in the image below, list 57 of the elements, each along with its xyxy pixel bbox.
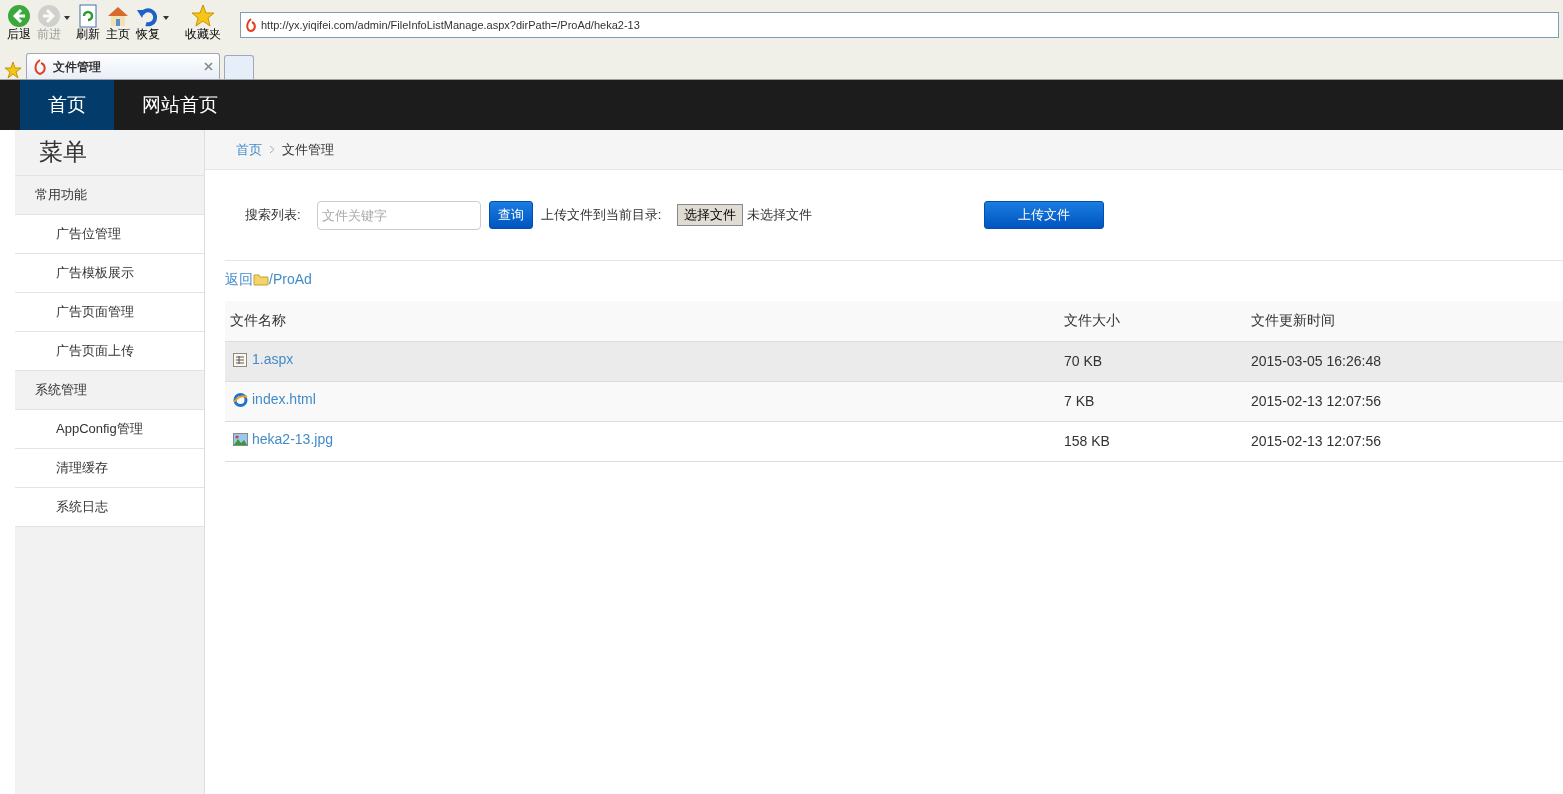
caret-icon [163, 16, 169, 20]
nav-link[interactable]: 首页 [20, 80, 114, 130]
refresh-icon [76, 4, 100, 28]
table-cell: 2015-02-13 12:07:56 [1246, 381, 1563, 421]
nav-link[interactable]: 网站首页 [114, 80, 246, 130]
file-status: 未选择文件 [747, 206, 813, 225]
sidebar-item[interactable]: 系统日志 [15, 488, 204, 527]
column-header: 文件名称 [225, 301, 1059, 341]
upload-button[interactable]: 上传文件 [984, 201, 1105, 229]
star-icon [191, 4, 215, 28]
breadcrumb-current: 文件管理 [282, 140, 334, 159]
file-link[interactable]: index.html [252, 389, 316, 411]
sidebar-item[interactable]: 广告页面上传 [15, 332, 204, 371]
sidebar-title: 菜单 [15, 130, 204, 176]
sidebar-item[interactable]: 广告页面管理 [15, 293, 204, 332]
house-icon [106, 4, 130, 28]
site-logo-icon [33, 58, 47, 75]
table-cell: 70 KB [1059, 341, 1246, 381]
table-row[interactable]: index.html 7 KB 2015-02-13 12:07:56 [225, 381, 1563, 421]
table-cell: 2015-03-05 16:26:48 [1246, 341, 1563, 381]
table-cell: 2015-02-13 12:07:56 [1246, 421, 1563, 461]
upload-label: 上传文件到当前目录: [540, 206, 662, 225]
column-header: 文件更新时间 [1246, 301, 1563, 341]
file-link[interactable]: heka2-13.jpg [252, 429, 333, 451]
new-tab-button[interactable] [224, 55, 254, 79]
site-logo-icon [245, 18, 257, 32]
sidebar-item[interactable]: 广告位管理 [15, 215, 204, 254]
search-field[interactable]: 文件关键字 [316, 200, 481, 230]
folder-icon [253, 272, 269, 286]
column-header: 文件大小 [1059, 301, 1246, 341]
breadcrumb-link[interactable]: 首页 [236, 139, 262, 160]
table-cell: 158 KB [1059, 421, 1246, 461]
chevron-icon [269, 145, 275, 154]
search-label: 搜索列表: [245, 206, 301, 225]
sidebar-item[interactable]: 清理缓存 [15, 449, 204, 488]
caret-icon [64, 16, 70, 20]
table-row[interactable]: 1.aspx 70 KB 2015-03-05 16:26:48 [225, 341, 1563, 381]
table-cell: 7 KB [1059, 381, 1246, 421]
sidebar-item[interactable]: AppConfig管理 [15, 410, 204, 449]
document-icon [233, 352, 248, 367]
search-button[interactable]: 查询 [488, 201, 533, 229]
address-bar[interactable]: http://yx.yiqifei.com/admin/FileInfoListManage.aspx?dirPath=/ProAd/heka2-13 [240, 12, 1559, 38]
browser-tab[interactable]: 文件管理 [26, 53, 220, 79]
image-file-icon [233, 432, 248, 447]
folder-path-link[interactable]: /ProAd [269, 268, 312, 290]
toolbar-star-button[interactable]: 收藏夹 [182, 0, 224, 42]
toolbar-refresh-button[interactable]: 刷新 [73, 0, 103, 42]
toolbar-house-button[interactable]: 主页 [103, 0, 133, 42]
toolbar-undo-arrow-button[interactable]: 恢复 [133, 0, 172, 42]
table-row[interactable]: heka2-13.jpg 158 KB 2015-02-13 12:07:56 [225, 421, 1563, 461]
choose-file-button[interactable]: 选择文件 [677, 204, 744, 226]
favorites-star-icon [4, 61, 22, 79]
sidebar-item[interactable]: 广告模板展示 [15, 254, 204, 293]
toolbar-back-arrow-button[interactable]: 后退 [4, 0, 34, 42]
globe-e-icon [233, 392, 248, 407]
back-link[interactable]: 返回 [225, 268, 253, 290]
close-icon [204, 62, 213, 71]
